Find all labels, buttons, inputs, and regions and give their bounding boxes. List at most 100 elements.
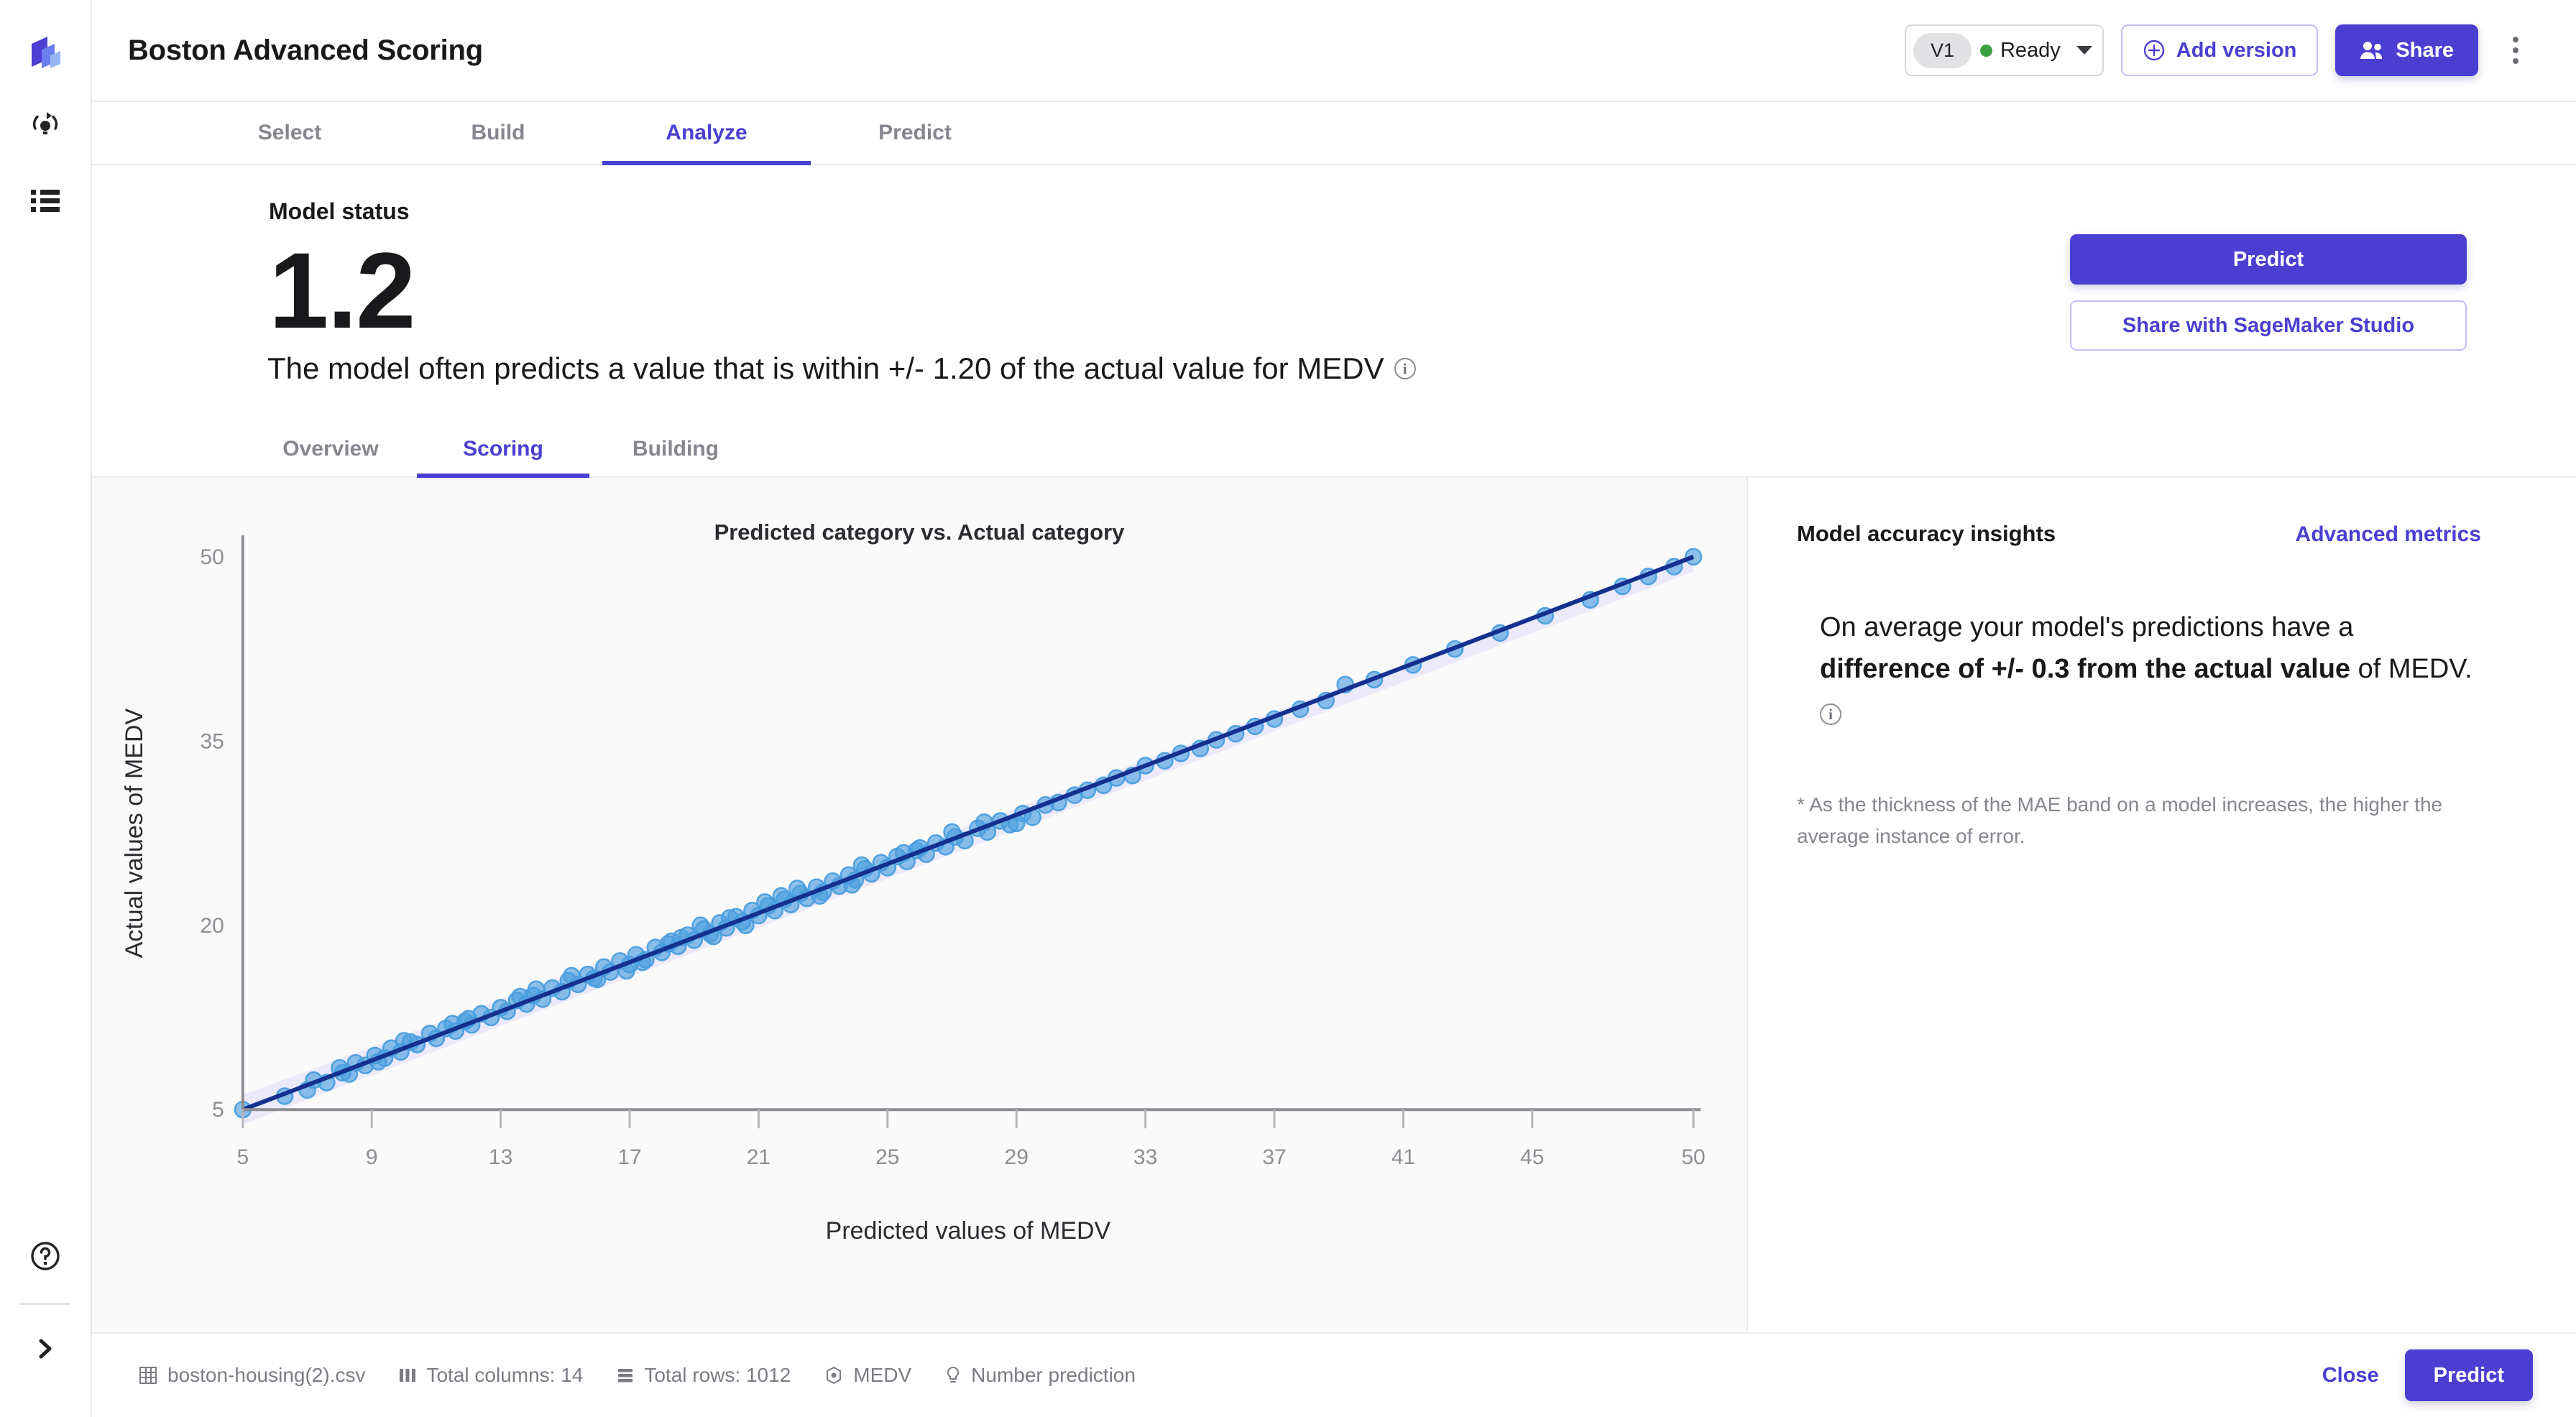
insights-body: On average your model's predictions have…: [1797, 607, 2481, 731]
kebab-menu-icon[interactable]: [2496, 28, 2536, 73]
version-status: Ready: [1979, 38, 2061, 63]
meta-item-columns: Total columns: 14: [398, 1364, 583, 1387]
rows-icon: [616, 1366, 635, 1385]
meta-item-target: MEDV: [824, 1364, 911, 1387]
main-area: Boston Advanced Scoring V1 Ready Add ver…: [92, 0, 2576, 1417]
meta-label: boston-housing(2).csv: [167, 1364, 366, 1386]
help-circle-icon[interactable]: [20, 1231, 70, 1281]
tab-label: Analyze: [666, 121, 748, 144]
share-label: Share: [2396, 38, 2454, 62]
share-sagemaker-button[interactable]: Share with SageMaker Studio: [2070, 300, 2467, 351]
tab-label: Build: [471, 121, 525, 144]
x-tick-label: 41: [1392, 1145, 1415, 1169]
subtab-scoring[interactable]: Scoring: [417, 422, 589, 478]
app-root: Boston Advanced Scoring V1 Ready Add ver…: [0, 0, 2576, 1417]
add-version-button[interactable]: Add version: [2120, 24, 2319, 76]
content-area: Predicted category vs. Actual category 5…: [92, 478, 2576, 1332]
x-tick-label: 45: [1520, 1145, 1544, 1169]
subtab-label: Building: [632, 437, 719, 461]
status-dot-icon: [1979, 44, 1992, 57]
people-icon: [2360, 40, 2384, 60]
page-title: Boston Advanced Scoring: [128, 34, 483, 66]
share-button[interactable]: Share: [2335, 24, 2478, 76]
subtab-building[interactable]: Building: [589, 422, 762, 476]
x-tick-label: 5: [236, 1145, 249, 1169]
tab-label: Predict: [878, 121, 952, 144]
target-icon: [824, 1365, 844, 1385]
status-badge: Ready: [2000, 38, 2061, 62]
meta-item-prediction-type: Number prediction: [944, 1364, 1136, 1387]
rail-divider: [20, 1303, 70, 1305]
x-tick-label: 21: [747, 1145, 770, 1169]
meta-label: Total columns: 14: [426, 1364, 584, 1386]
y-axis-label: Actual values of MEDV: [121, 708, 148, 959]
rail-bottom-group: [20, 1231, 70, 1374]
advanced-metrics-link[interactable]: Advanced metrics: [2296, 522, 2481, 547]
subtab-overview[interactable]: Overview: [244, 422, 417, 476]
meta-label: Number prediction: [971, 1364, 1136, 1386]
x-tick-label: 37: [1262, 1145, 1286, 1169]
footer-actions: Close Predict: [2322, 1349, 2533, 1401]
x-axis-label: Predicted values of MEDV: [826, 1217, 1111, 1245]
predict-button[interactable]: Predict: [2070, 234, 2467, 285]
version-chip: V1: [1913, 32, 1972, 68]
top-bar: Boston Advanced Scoring V1 Ready Add ver…: [92, 0, 2576, 102]
list-icon[interactable]: [20, 175, 70, 226]
insights-title: Model accuracy insights: [1797, 521, 2056, 546]
insights-body-bold: difference of +/- 0.3 from the actual va…: [1820, 653, 2351, 684]
footer-predict-button[interactable]: Predict: [2404, 1349, 2533, 1401]
model-status-section: Model status 1.2 The model often predict…: [92, 165, 2576, 386]
model-status-sentence: The model often predicts a value that is…: [267, 351, 1384, 385]
left-rail: [0, 0, 92, 1417]
x-tick-label: 9: [366, 1145, 378, 1169]
version-selector[interactable]: V1 Ready: [1904, 24, 2104, 76]
tab-analyze[interactable]: Analyze: [602, 102, 811, 165]
y-tick-label: 35: [200, 729, 224, 753]
y-tick-label: 50: [200, 545, 224, 569]
table-icon: [138, 1365, 158, 1385]
plus-circle-icon: [2143, 39, 2166, 62]
x-tick-label: 25: [875, 1145, 899, 1169]
top-bar-actions: V1 Ready Add version Share: [1904, 24, 2536, 76]
meta-label: Total rows: 1012: [644, 1364, 791, 1386]
app-logo-icon[interactable]: [22, 30, 68, 76]
x-tick-label: 29: [1005, 1145, 1029, 1169]
info-icon[interactable]: i: [1820, 703, 1841, 726]
insight-bulb-refresh-icon[interactable]: [20, 101, 70, 151]
secondary-tabs: Overview Scoring Building: [92, 422, 2576, 478]
insights-note: * As the thickness of the MAE band on a …: [1797, 793, 2443, 847]
tab-predict[interactable]: Predict: [811, 102, 1019, 164]
add-version-label: Add version: [2176, 38, 2297, 62]
model-status-label: Model status: [269, 198, 410, 224]
subtab-label: Scoring: [463, 437, 543, 461]
footer-bar: boston-housing(2).csv Total columns: 14: [92, 1332, 2576, 1417]
primary-tabs: Select Build Analyze Predict: [92, 102, 2576, 165]
meta-label: MEDV: [853, 1364, 912, 1386]
close-button[interactable]: Close: [2322, 1364, 2379, 1388]
model-status-actions: Predict Share with SageMaker Studio: [2070, 234, 2467, 351]
scatter-plot[interactable]: 5 9 13 17 21 25 29 33 37 41 45 50 5 20 35 50 Predicted v…: [92, 478, 1747, 1289]
chevron-down-icon[interactable]: [2076, 46, 2092, 55]
columns-icon: [398, 1366, 417, 1385]
chart-pane: Predicted category vs. Actual category 5…: [92, 478, 1748, 1332]
tab-select[interactable]: Select: [185, 102, 394, 164]
kebab-dot: [2513, 47, 2518, 53]
info-icon[interactable]: i: [1394, 358, 1416, 379]
y-tick-label: 5: [212, 1098, 224, 1122]
kebab-dot: [2513, 37, 2518, 42]
subtab-label: Overview: [282, 437, 379, 461]
insights-header: Model accuracy insights Advanced metrics: [1797, 521, 2481, 547]
x-tick-label: 17: [617, 1145, 641, 1169]
insights-body-pre: On average your model's predictions have…: [1820, 612, 2354, 642]
meta-item-rows: Total rows: 1012: [616, 1364, 791, 1387]
chevron-right-icon[interactable]: [20, 1324, 70, 1374]
model-status-sentence-row: The model often predicts a value that is…: [92, 351, 2576, 386]
insights-pane: Model accuracy insights Advanced metrics…: [1748, 478, 2576, 1332]
insights-body-mid: of MEDV.: [2350, 653, 2472, 684]
x-tick-label: 33: [1133, 1145, 1157, 1169]
identity-reference-line: [242, 555, 1695, 1112]
x-tick-label: 13: [489, 1145, 512, 1169]
tab-build[interactable]: Build: [394, 102, 602, 164]
meta-item-file: boston-housing(2).csv: [138, 1364, 365, 1387]
y-tick-label: 20: [200, 914, 224, 938]
